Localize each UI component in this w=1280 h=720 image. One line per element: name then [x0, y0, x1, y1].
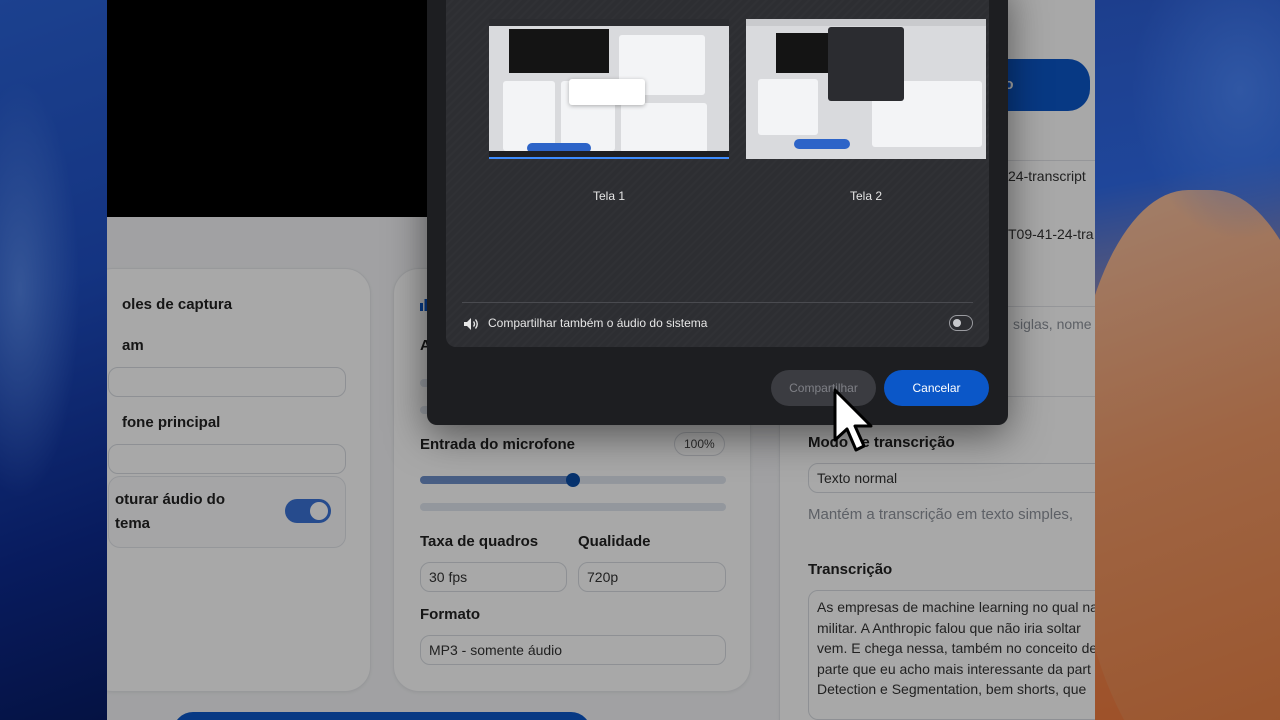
system-audio-card: oturar áudio do tema [108, 476, 346, 548]
transcription-textarea[interactable]: As empresas de machine learning no qual … [808, 590, 1095, 720]
capture-controls-panel: oles de captura am fone principal oturar… [107, 268, 371, 692]
mic-input-slider-thumb[interactable] [566, 473, 580, 487]
thumb-card [758, 79, 818, 135]
frame-rate-label: Taxa de quadros [420, 533, 539, 550]
mic-input-level-badge: 100% [674, 432, 725, 456]
transcription-mode-hint: Mantém a transcrição em texto simples, [808, 506, 1074, 523]
capture-controls-title: oles de captura [122, 296, 233, 313]
mic-input-slider-fill [420, 476, 573, 484]
toggle-knob [953, 319, 961, 327]
thumb-bottombar [489, 151, 729, 157]
transcription-label: Transcrição [808, 561, 893, 578]
screen-1-thumbnail[interactable] [489, 19, 729, 159]
thumb-card [503, 81, 555, 151]
mic-meter-track [420, 503, 726, 511]
screen-2-thumbnail[interactable] [746, 19, 986, 159]
system-audio-share-row: Compartilhar também o áudio do sistema [462, 313, 973, 337]
toggle-knob [310, 502, 328, 520]
glossary-hint: siglas, nome [1013, 316, 1092, 332]
quality-select[interactable]: 720p [578, 562, 726, 592]
system-audio-share-toggle[interactable] [949, 315, 973, 331]
desktop-wallpaper-right [1090, 0, 1280, 720]
thumb-card [621, 103, 707, 153]
webcam-label: am [122, 337, 144, 354]
mic-select[interactable] [108, 444, 346, 474]
speaker-icon [464, 318, 478, 330]
screen-picker: Tela 1 Tela 2 Compartilhar também o áudi… [446, 0, 989, 347]
transcription-mode-label: Modo de transcrição [808, 434, 955, 451]
video-preview [107, 0, 427, 217]
format-select[interactable]: MP3 - somente áudio [420, 635, 726, 665]
thumb-video [509, 29, 609, 73]
mic-input-label: Entrada do microfone [420, 436, 576, 453]
file-item-1[interactable]: 24-transcript [1008, 168, 1086, 184]
thumb-popup [569, 79, 645, 105]
mouse-cursor-icon [833, 388, 873, 452]
system-audio-toggle[interactable] [285, 499, 331, 523]
start-recording-button[interactable] [173, 712, 591, 720]
dialog-divider [462, 302, 973, 303]
format-label: Formato [420, 606, 480, 623]
thumb-video [776, 33, 832, 73]
screen-1-label: Tela 1 [592, 189, 626, 203]
share-screen-dialog: Tela 1 Tela 2 Compartilhar também o áudi… [427, 0, 1008, 425]
thumb-taskbar [746, 19, 986, 26]
thumb-taskbar [489, 19, 729, 26]
mic-label: fone principal [122, 414, 221, 431]
system-audio-share-label: Compartilhar também o áudio do sistema [488, 316, 708, 330]
webcam-select[interactable] [108, 367, 346, 397]
thumb-button [794, 139, 850, 149]
quality-label: Qualidade [578, 533, 651, 550]
frame-rate-select[interactable]: 30 fps [420, 562, 567, 592]
cancel-button[interactable]: Cancelar [884, 370, 989, 406]
desktop-wallpaper-left [0, 0, 110, 720]
screen-2-label: Tela 2 [849, 189, 883, 203]
transcription-mode-select[interactable]: Texto normal [808, 463, 1095, 493]
file-item-2[interactable]: T09-41-24-tra [1008, 226, 1094, 242]
thumb-dialog [828, 27, 904, 101]
system-audio-label-line1: oturar áudio do [115, 491, 225, 508]
system-audio-label-line2: tema [115, 515, 151, 532]
